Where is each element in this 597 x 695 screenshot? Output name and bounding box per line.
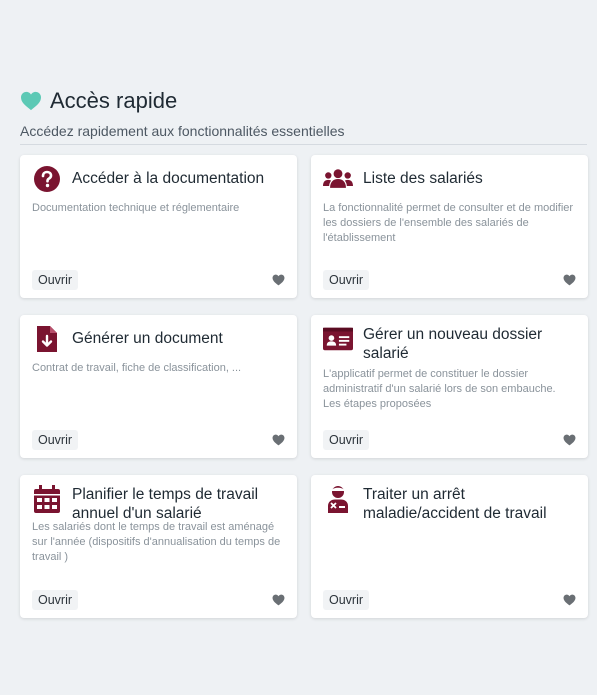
favorite-heart-icon[interactable] bbox=[272, 434, 285, 446]
card-plan-working-time[interactable]: Planifier le temps de travail annuel d'u… bbox=[20, 475, 297, 618]
card-title: Gérer un nouveau dossier salarié bbox=[363, 326, 543, 362]
id-card-icon bbox=[323, 325, 353, 353]
card-new-employee-file[interactable]: Gérer un nouveau dossier salarié L'appli… bbox=[311, 315, 588, 458]
users-icon bbox=[323, 165, 353, 193]
question-circle-icon bbox=[32, 165, 62, 193]
section-header: Accès rapide bbox=[20, 88, 177, 114]
card-title: Liste des salariés bbox=[363, 170, 483, 187]
card-title: Accéder à la documentation bbox=[72, 170, 265, 187]
card-employee-list[interactable]: Liste des salariés La fonctionnalité per… bbox=[311, 155, 588, 298]
open-button[interactable]: Ouvrir bbox=[323, 430, 370, 450]
favorite-heart-icon[interactable] bbox=[272, 274, 285, 286]
open-button[interactable]: Ouvrir bbox=[323, 270, 370, 290]
open-button[interactable]: Ouvrir bbox=[32, 590, 79, 610]
open-button[interactable]: Ouvrir bbox=[32, 430, 79, 450]
card-description: La fonctionnalité permet de consulter et… bbox=[323, 202, 574, 244]
card-description: Contrat de travail, fiche de classificat… bbox=[32, 362, 242, 374]
section-title: Accès rapide bbox=[50, 88, 178, 113]
open-button[interactable]: Ouvrir bbox=[32, 270, 79, 290]
card-description: Documentation technique et réglementaire bbox=[32, 202, 240, 214]
heart-icon bbox=[21, 91, 41, 111]
card-description: Les salariés dont le temps de travail es… bbox=[32, 521, 281, 563]
favorite-heart-icon[interactable] bbox=[563, 274, 576, 286]
favorite-heart-icon[interactable] bbox=[563, 434, 576, 446]
open-button[interactable]: Ouvrir bbox=[323, 590, 370, 610]
file-download-icon bbox=[32, 325, 62, 353]
card-title: Générer un document bbox=[72, 330, 223, 347]
user-injured-icon bbox=[323, 485, 353, 513]
card-title: Planifier le temps de travail annuel d'u… bbox=[72, 486, 259, 522]
section-divider bbox=[20, 144, 587, 145]
card-sick-leave[interactable]: Traiter un arrêt maladie/accident de tra… bbox=[311, 475, 588, 618]
favorite-heart-icon[interactable] bbox=[272, 594, 285, 606]
card-generate-document[interactable]: Générer un document Contrat de travail, … bbox=[20, 315, 297, 458]
card-title: Traiter un arrêt maladie/accident de tra… bbox=[363, 486, 547, 522]
favorite-heart-icon[interactable] bbox=[563, 594, 576, 606]
section-subtitle: Accédez rapidement aux fonctionnalités e… bbox=[20, 123, 345, 139]
card-description: L'applicatif permet de constituer le dos… bbox=[323, 368, 556, 410]
card-documentation[interactable]: Accéder à la documentation Documentation… bbox=[20, 155, 297, 298]
calendar-icon bbox=[32, 485, 62, 513]
